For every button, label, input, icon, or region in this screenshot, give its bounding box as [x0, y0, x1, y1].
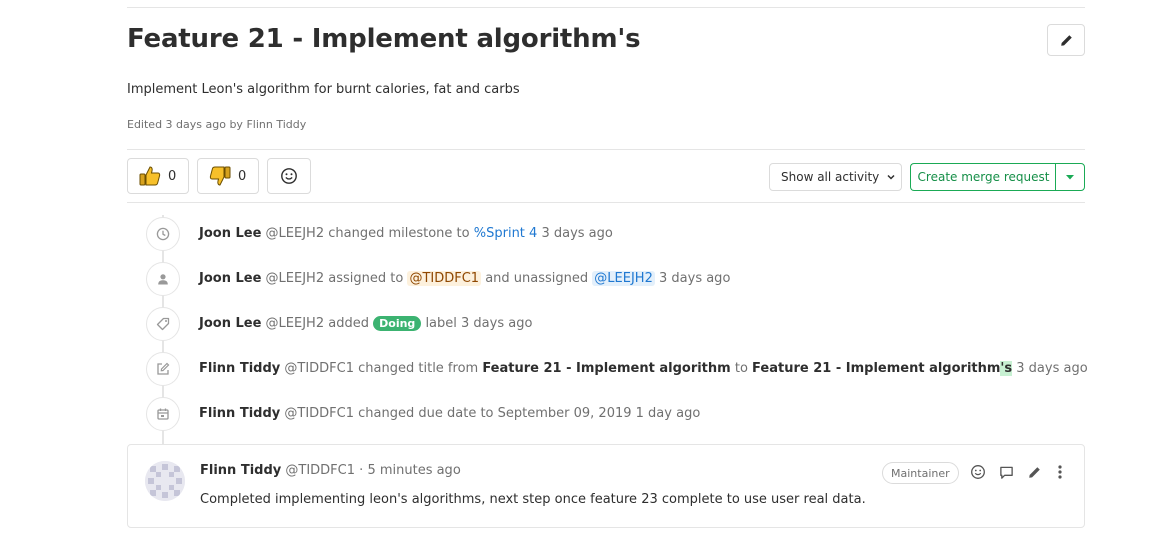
comment-body: Completed implementing leon's algorithms… — [200, 492, 866, 507]
role-badge: Maintainer — [882, 462, 959, 484]
new-title-added: 's — [1000, 361, 1013, 376]
note-text: changed title from — [358, 361, 479, 376]
caret-down-icon — [1066, 175, 1074, 180]
activity-filter-label: Show all activity — [781, 170, 880, 184]
note-text: assigned to — [328, 271, 404, 286]
note-time: 1 day ago — [635, 406, 701, 421]
smiley-icon — [971, 465, 985, 479]
timeline-item-icon — [146, 397, 180, 431]
avatar[interactable] — [145, 461, 185, 501]
doing-label[interactable]: Doing — [373, 316, 422, 331]
note-username[interactable]: @LEEJH2 — [266, 271, 325, 286]
note-time: 3 days ago — [461, 316, 533, 331]
edited-info: Edited 3 days ago by Flinn Tiddy — [127, 118, 307, 131]
smiley-icon — [281, 168, 297, 184]
edit-comment-button[interactable] — [1024, 462, 1044, 482]
comment-author[interactable]: Flinn Tiddy — [200, 463, 281, 478]
comment-time[interactable]: 5 minutes ago — [367, 463, 460, 478]
top-divider — [127, 7, 1085, 8]
activity-filter-dropdown[interactable]: Show all activity — [769, 163, 902, 191]
chevron-down-icon — [887, 174, 895, 180]
timeline-item-icon — [146, 262, 180, 296]
clock-icon — [156, 227, 170, 241]
note-author[interactable]: Joon Lee — [199, 316, 261, 331]
old-title: Feature 21 - Implement algorithm — [482, 361, 731, 376]
calendar-icon — [157, 408, 169, 420]
kebab-menu-icon — [1058, 465, 1062, 479]
system-note: Flinn Tiddy @TIDDFC1 changed due date to… — [199, 405, 700, 423]
note-author[interactable]: Joon Lee — [199, 271, 261, 286]
note-author[interactable]: Flinn Tiddy — [199, 361, 280, 376]
timeline-item-icon — [146, 307, 180, 341]
user-mention[interactable]: @TIDDFC1 — [407, 271, 482, 286]
reply-button[interactable] — [996, 462, 1016, 482]
issue-description: Implement Leon's algorithm for burnt cal… — [127, 82, 520, 97]
note-author[interactable]: Flinn Tiddy — [199, 406, 280, 421]
note-username[interactable]: @LEEJH2 — [266, 226, 325, 241]
milestone-link[interactable]: %Sprint 4 — [474, 226, 538, 241]
thumbsup-count: 0 — [168, 168, 177, 184]
note-text: added — [328, 316, 369, 331]
tag-icon — [156, 317, 170, 331]
system-note: Joon Lee @LEEJH2 assigned to @TIDDFC1 an… — [199, 270, 730, 288]
note-text: to — [734, 361, 748, 376]
thumbsdown-icon — [209, 166, 231, 186]
thumbsdown-count: 0 — [238, 168, 247, 184]
note-text: label — [425, 316, 457, 331]
more-actions-button[interactable] — [1050, 462, 1070, 482]
thumbsup-icon — [139, 166, 161, 186]
note-text: changed due date to September 09, 2019 — [358, 406, 632, 421]
user-mention[interactable]: @LEEJH2 — [592, 271, 655, 286]
timeline-item-icon — [146, 217, 180, 251]
issue-title: Feature 21 - Implement algorithm's — [127, 24, 641, 54]
note-time: 3 days ago — [1016, 361, 1088, 376]
note-time: 3 days ago — [659, 271, 731, 286]
new-title-base: Feature 21 - Implement algorithm — [752, 361, 1001, 376]
create-merge-request-button[interactable]: Create merge request — [910, 163, 1056, 191]
divider — [127, 202, 1085, 203]
note-author[interactable]: Joon Lee — [199, 226, 261, 241]
comment-icon — [999, 466, 1013, 479]
create-merge-request-label: Create merge request — [917, 170, 1050, 184]
thumbsup-award-button[interactable]: 0 — [127, 158, 189, 194]
note-time: 3 days ago — [541, 226, 613, 241]
comment-separator: · — [359, 463, 364, 478]
note-username[interactable]: @TIDDFC1 — [284, 361, 354, 376]
note-username[interactable]: @LEEJH2 — [266, 316, 325, 331]
system-note: Joon Lee @LEEJH2 changed milestone to %S… — [199, 225, 613, 243]
comment-header: Flinn Tiddy @TIDDFC1 · 5 minutes ago — [200, 463, 461, 478]
thumbsdown-award-button[interactable]: 0 — [197, 158, 259, 194]
comment-username[interactable]: @TIDDFC1 — [285, 463, 355, 478]
pencil-square-icon — [157, 362, 170, 375]
timeline-item-icon — [146, 352, 180, 386]
system-note: Flinn Tiddy @TIDDFC1 changed title from … — [199, 360, 1088, 378]
merge-request-dropdown-toggle[interactable] — [1055, 163, 1085, 191]
note-username[interactable]: @TIDDFC1 — [284, 406, 354, 421]
pencil-icon — [1028, 466, 1040, 478]
new-title: Feature 21 - Implement algorithm's — [752, 361, 1013, 376]
edit-title-button[interactable] — [1047, 24, 1085, 56]
user-icon — [158, 274, 168, 285]
divider — [127, 149, 1085, 150]
system-note: Joon Lee @LEEJH2 added Doing label 3 day… — [199, 315, 532, 333]
note-text: and unassigned — [485, 271, 589, 286]
pencil-icon — [1060, 34, 1072, 46]
comment-card — [127, 444, 1085, 528]
add-reaction-button[interactable] — [267, 158, 311, 194]
comment-reaction-button[interactable] — [968, 462, 988, 482]
identicon-avatar — [145, 461, 185, 501]
note-text: changed milestone to — [328, 226, 470, 241]
